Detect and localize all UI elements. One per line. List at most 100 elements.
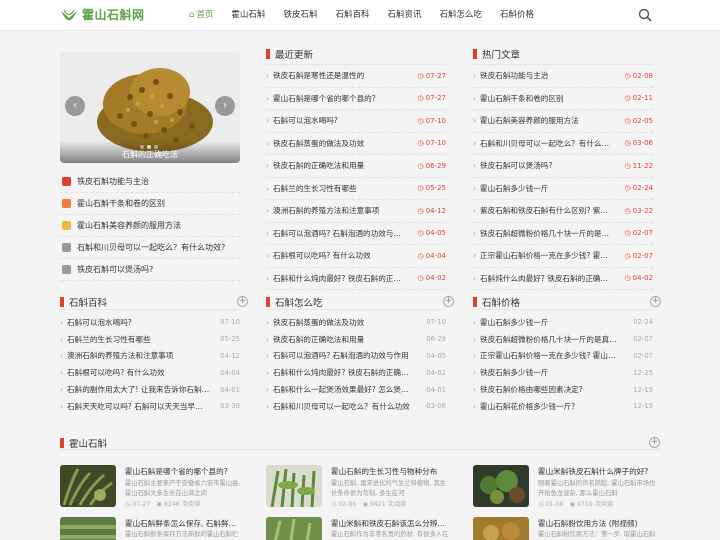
image-slider[interactable]: ‹ › 石斛的正确吃法 [60, 52, 240, 163]
list-item[interactable]: 霍山石斛花价格多少钱一斤? 12-19 [473, 398, 653, 415]
article-thumbnail [473, 517, 529, 540]
nav-home[interactable]: ⌂ 首页 [180, 0, 222, 31]
list-item[interactable]: 石斛天天吃可以吗? 石斛可以天天当早餐吃吗 03-30 [60, 398, 240, 415]
slider-next-button[interactable]: › [215, 96, 235, 116]
nav-huoshan[interactable]: 霍山石斛 [222, 0, 274, 31]
list-item-title: 石斛可以泡水喝吗? [60, 317, 210, 328]
card-title: 霍山石斛粉饮用方法 (附视频) [538, 519, 638, 528]
more-plus-icon[interactable]: + [237, 296, 248, 307]
article-row[interactable]: 铁皮石斛超微粉价格几十块一斤的是真的吗 02-07 [473, 223, 653, 245]
list-item[interactable]: 霍山石斛干条和卷的区别 [60, 193, 240, 215]
article-date: 07-27 [418, 94, 446, 102]
list-item[interactable]: 澳洲石斛的养殖方法和注意事项 04-12 [60, 348, 240, 365]
list-item-title: 澳洲石斛的养殖方法和注意事项 [60, 350, 210, 361]
list-item-title: 铁皮石斛蒸蛋的做法及功效 [266, 317, 416, 328]
list-item-date: 05-25 [220, 335, 240, 344]
nav-zixun[interactable]: 石斛资讯 [378, 0, 430, 31]
article-row[interactable]: 霍山石斛是哪个省的哪个县的? 07-27 [266, 88, 446, 110]
home-icon: ⌂ [189, 10, 195, 20]
section-marker [473, 49, 477, 59]
article-thumbnail [266, 517, 322, 540]
article-row[interactable]: 石斛和什么炖肉最好? 铁皮石斛的正确吃法 04-02 [266, 268, 446, 290]
article-row[interactable]: 铁皮石斛可以煲汤吗? 11-22 [473, 155, 653, 178]
article-thumbnail [60, 465, 116, 507]
article-row[interactable]: 澳洲石斛的养殖方法和注意事项 04-12 [266, 200, 446, 223]
article-title: 铁皮石斛功能与主治 [473, 70, 613, 81]
article-title: 铁皮石斛的正确吃法和用量 [266, 160, 406, 171]
list-item[interactable]: 铁皮石斛可以煲汤吗? [60, 259, 240, 281]
article-row[interactable]: 霍山石斛美容养颜的服用方法 02-05 [473, 110, 653, 133]
list-item[interactable]: 霍山石斛多少钱一斤 02-24 [473, 314, 653, 331]
article-row[interactable]: 石斛炖什么肉最好? 铁皮石斛的正确吃法 04-02 [473, 268, 653, 290]
more-plus-icon[interactable]: + [649, 437, 660, 448]
list-item[interactable]: 铁皮石斛价格由哪些因素决定? 12-19 [473, 381, 653, 398]
article-row[interactable]: 霍山石斛干条和卷的区别 02-11 [473, 88, 653, 110]
article-row[interactable]: 铁皮石斛是寒性还是温性的 07-27 [266, 65, 446, 88]
search-icon[interactable] [638, 8, 652, 22]
section-title: 最近更新 [275, 50, 314, 61]
rank-badge [62, 265, 71, 274]
list-item[interactable]: 石斛可以泡水喝吗? 07-10 [60, 314, 240, 331]
article-title: 铁皮石斛可以煲汤吗? [473, 160, 613, 171]
list-item[interactable]: 石斛兰的生长习性有哪些 05-25 [60, 331, 240, 348]
list-item[interactable]: 铁皮石斛蒸蛋的做法及功效 07-10 [266, 314, 446, 331]
article-row[interactable]: 石斛可以泡水喝吗? 07-10 [266, 110, 446, 133]
article-row[interactable]: 正宗霍山石斛价格一克在多少钱? 霍山石斛多少钱一克 02-07 [473, 245, 653, 268]
article-row[interactable]: 石斛可以泡酒吗? 石斛泡酒的功效与作用 04-05 [266, 223, 446, 245]
list-item[interactable]: 石斛可以泡酒吗? 石斛泡酒的功效与作用 04-05 [266, 348, 446, 365]
list-item[interactable]: 霍山石斛美容养颜的服用方法 [60, 215, 240, 237]
list-item[interactable]: 石斛和什么炖肉最好? 铁皮石斛的正确吃法 04-02 [266, 364, 446, 381]
article-card[interactable]: 霍山米斛铁皮石斛什么牌子的好? 随着霍山石斛的声名鹊起, 霍山石斛市场也开始鱼龙… [473, 465, 655, 509]
list-item[interactable]: 石斛和川贝母可以一起吃么？有什么功效 03-06 [266, 398, 446, 415]
list-item-title: 石斛兰的生长习性有哪些 [60, 334, 210, 345]
card-meta: ◷ 02-06 ◉ 9421 次阅读 [331, 499, 406, 508]
slider-prev-button[interactable]: ‹ [65, 96, 85, 116]
section-title: 石斛价格 [482, 297, 521, 309]
article-row[interactable]: 紫皮石斛和铁皮石斛有什么区别? 紫皮石斛的功效 03-22 [473, 200, 653, 223]
site-logo[interactable]: 霍山石斛网 [60, 6, 145, 23]
list-item[interactable]: 石斛和什么一起煲汤效果最好? 怎么煲汤最好 04-01 [266, 381, 446, 398]
nav-tiepi[interactable]: 铁皮石斛 [274, 0, 326, 31]
article-title: 铁皮石斛超微粉价格几十块一斤的是真的吗 [473, 228, 613, 239]
more-plus-icon[interactable]: + [443, 296, 454, 307]
article-card[interactable]: 霍山石斛的生长习性与物种分布 霍山石斛, 属末进化的气生兰科植物, 其生长条件很… [266, 465, 446, 509]
list-item[interactable]: 铁皮石斛的正确吃法和用量 06-29 [266, 331, 446, 348]
article-row[interactable]: 石斛兰的生长习性有哪些 05-25 [266, 178, 446, 200]
nav-home-label: 首页 [196, 10, 214, 20]
article-row[interactable]: 霍山石斛多少钱一斤 02-24 [473, 178, 653, 200]
nav-baike[interactable]: 石斛百科 [326, 0, 378, 31]
list-item-title: 铁皮石斛可以煲汤吗? [77, 265, 154, 274]
article-row[interactable]: 铁皮石斛的正确吃法和用量 06-29 [266, 155, 446, 178]
article-card[interactable]: 霍山米斛和铁皮石斛该怎么分辨真假? 霍山石斛作为非常名贵的药材, 有很多人在购 [266, 517, 449, 540]
card-title: 霍山米斛铁皮石斛什么牌子的好? [538, 467, 649, 476]
article-row[interactable]: 石斛根可以吃吗? 有什么功效 04-04 [266, 245, 446, 268]
article-row[interactable]: 石斛和川贝母可以一起吃么？有什么功效? 03-06 [473, 133, 653, 155]
card-date: 01-08 [545, 501, 564, 508]
list-item-title: 石斛根可以吃吗? 有什么功效 [60, 367, 210, 378]
list-item-title: 霍山石斛多少钱一斤 [473, 317, 623, 328]
list-item[interactable]: 铁皮石斛多少钱一斤 12-25 [473, 364, 653, 381]
article-date: 07-10 [418, 139, 446, 147]
list-item[interactable]: 铁皮石斛超微粉价格几十块一斤的是真的吗 02-07 [473, 331, 653, 348]
article-date: 02-07 [625, 252, 653, 260]
list-item[interactable]: 石斛和川贝母可以一起吃么？有什么功效? [60, 237, 240, 259]
rank-badge [62, 199, 71, 208]
article-card[interactable]: 霍山石斛是哪个省的哪个县的? 霍山石斛主要来产于安徽省六安市霍山县,霍山石斛大多… [60, 465, 240, 509]
article-card[interactable]: 霍山石斛鲜条怎么保存, 石斛鲜品贮藏 霍山石斛鲜条保存方法新鲜的霍山石斛贮藏 [60, 517, 243, 540]
more-plus-icon[interactable]: + [650, 296, 661, 307]
list-item[interactable]: 铁皮石斛功能与主治 [60, 171, 240, 193]
nav-price[interactable]: 石斛价格 [491, 0, 543, 31]
list-item[interactable]: 石斛的副作用太大了! 让我来告诉你石斛有什么副作用 04-01 [60, 381, 240, 398]
list-item-date: 04-05 [426, 351, 446, 360]
list-item[interactable]: 石斛根可以吃吗? 有什么功效 04-04 [60, 364, 240, 381]
nav-how-to-eat[interactable]: 石斛怎么吃 [430, 0, 491, 31]
card-description: 霍山石斛作为非常名贵的药材, 有很多人在购 [331, 531, 449, 538]
list-item[interactable]: 正宗霍山石斛价格一克在多少钱? 霍山石斛多少钱一克 02-07 [473, 348, 653, 365]
article-row[interactable]: 铁皮石斛功能与主治 02-08 [473, 65, 653, 88]
slide-caption[interactable]: 石斛的正确吃法 [60, 141, 240, 163]
article-row[interactable]: 铁皮石斛蒸蛋的做法及功效 07-10 [266, 133, 446, 155]
article-title: 石斛兰的生长习性有哪些 [266, 183, 406, 194]
eye-icon: ◉ [356, 501, 370, 508]
article-card[interactable]: 霍山石斛粉饮用方法 (附视频) 霍山石斛粉饮用方法：第一步, 取霍山石斛 [473, 517, 656, 540]
card-description: 霍山石斛粉饮用方法：第一步, 取霍山石斛 [538, 531, 656, 538]
